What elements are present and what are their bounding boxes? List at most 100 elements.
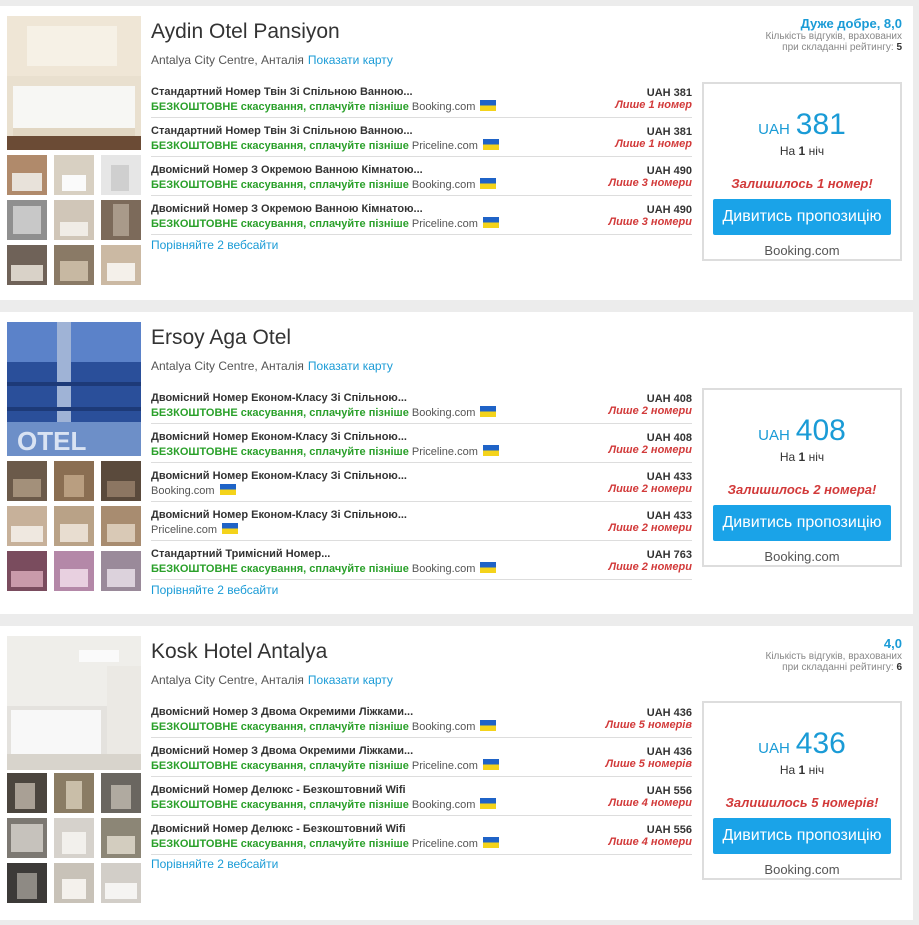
room-name[interactable]: Стандартний Номер Твін Зі Спільною Ванно… xyxy=(151,125,413,137)
thumbnail-image[interactable] xyxy=(7,245,47,285)
offer-row[interactable]: Двомісний Номер Економ-Класу Зі Спільною… xyxy=(151,463,692,502)
thumbnail-image[interactable] xyxy=(7,773,47,813)
hotel-main-photo[interactable] xyxy=(7,636,141,770)
deal-price: UAH 408 xyxy=(704,414,900,448)
thumbnail-image[interactable] xyxy=(54,818,94,858)
rating-count: 5 xyxy=(896,42,902,53)
hotel-card: Kosk Hotel Antalya Antalya City Centre, … xyxy=(0,626,913,920)
hotel-main-photo[interactable] xyxy=(7,16,141,150)
thumbnail-image[interactable] xyxy=(101,461,141,501)
view-deal-button[interactable]: Дивитись пропозицію xyxy=(713,818,891,854)
thumbnail-image[interactable] xyxy=(101,155,141,195)
thumbnail-image[interactable] xyxy=(101,818,141,858)
thumbnail-image[interactable] xyxy=(7,551,47,591)
compare-websites-link[interactable]: Порівняйте 2 вебсайти xyxy=(151,583,278,597)
offer-row[interactable]: Двомісний Номер Делюкс - Безкоштовний Wi… xyxy=(151,777,692,816)
thumbnail-image[interactable] xyxy=(7,818,47,858)
thumbnail-image[interactable] xyxy=(101,773,141,813)
ukraine-flag-icon xyxy=(482,139,499,150)
hotel-name[interactable]: Kosk Hotel Antalya xyxy=(151,640,327,664)
cancel-text: БЕЗКОШТОВНЕ скасування, сплачуйте пізніш… xyxy=(151,101,409,113)
thumbnail-image[interactable] xyxy=(101,245,141,285)
show-map-link[interactable]: Показати карту xyxy=(308,53,393,67)
thumbnail-image[interactable] xyxy=(54,461,94,501)
cancel-policy: БЕЗКОШТОВНЕ скасування, сплачуйте пізніш… xyxy=(151,178,497,191)
cancel-policy: БЕЗКОШТОВНЕ скасування, сплачуйте пізніш… xyxy=(151,217,499,230)
offer-price: UAH 433 xyxy=(646,471,692,483)
room-name[interactable]: Двомісний Номер Економ-Класу Зі Спільною… xyxy=(151,470,407,482)
offer-row[interactable]: Стандартний Номер Твін Зі Спільною Ванно… xyxy=(151,79,692,118)
thumbnail-image[interactable] xyxy=(101,506,141,546)
hotel-thumbnails xyxy=(7,155,141,285)
room-name[interactable]: Двомісний Номер Делюкс - Безкоштовний Wi… xyxy=(151,784,406,796)
show-map-link[interactable]: Показати карту xyxy=(308,673,393,687)
offer-price: UAH 436 xyxy=(646,746,692,758)
room-name[interactable]: Стандартний Тримісний Номер... xyxy=(151,548,330,560)
view-deal-button[interactable]: Дивитись пропозицію xyxy=(713,505,891,541)
offer-row[interactable]: Двомісний Номер Економ-Класу Зі Спільною… xyxy=(151,424,692,463)
offer-price: UAH 408 xyxy=(646,393,692,405)
offer-row[interactable]: Двомісний Номер Економ-Класу Зі Спільною… xyxy=(151,502,692,541)
room-name[interactable]: Двомісний Номер Економ-Класу Зі Спільною… xyxy=(151,509,407,521)
thumbnail-image[interactable] xyxy=(54,863,94,903)
deal-amount: 381 xyxy=(795,108,846,141)
source-name: Booking.com xyxy=(411,721,476,733)
room-name[interactable]: Двомісний Номер Економ-Класу Зі Спільною… xyxy=(151,392,407,404)
show-map-link[interactable]: Показати карту xyxy=(308,359,393,373)
thumbnail-image[interactable] xyxy=(54,551,94,591)
thumbnail-image[interactable] xyxy=(101,551,141,591)
thumbnail-image[interactable] xyxy=(54,200,94,240)
thumbnail-image[interactable] xyxy=(54,506,94,546)
room-name[interactable]: Двомісний Номер З Окремою Ванною Кімнато… xyxy=(151,203,423,215)
compare-websites-link[interactable]: Порівняйте 2 вебсайти xyxy=(151,857,278,871)
offer-row[interactable]: Стандартний Номер Твін Зі Спільною Ванно… xyxy=(151,118,692,157)
best-deal-box: UAH 408 На 1 ніч Залишилось 2 номера! Див… xyxy=(702,388,902,567)
offer-row[interactable]: Стандартний Тримісний Номер... БЕЗКОШТОВ… xyxy=(151,541,692,580)
offer-row[interactable]: Двомісний Номер Економ-Класу Зі Спільною… xyxy=(151,385,692,424)
offer-price: UAH 433 xyxy=(646,510,692,522)
offer-row[interactable]: Двомісний Номер З Окремою Ванною Кімнато… xyxy=(151,157,692,196)
night-suffix: ніч xyxy=(808,763,825,777)
thumbnail-image[interactable] xyxy=(54,155,94,195)
hotel-name[interactable]: Ersoy Aga Otel xyxy=(151,326,291,350)
thumbnail-image[interactable] xyxy=(101,863,141,903)
cancel-policy: БЕЗКОШТОВНЕ скасування, сплачуйте пізніш… xyxy=(151,406,497,419)
thumbnail-image[interactable] xyxy=(7,461,47,501)
offer-row[interactable]: Двомісний Номер З Двома Окремими Ліжками… xyxy=(151,699,692,738)
room-name[interactable]: Стандартний Номер Твін Зі Спільною Ванно… xyxy=(151,86,413,98)
night-prefix: На xyxy=(779,144,796,158)
cancel-text: БЕЗКОШТОВНЕ скасування, сплачуйте пізніш… xyxy=(151,838,409,850)
room-name[interactable]: Двомісний Номер Делюкс - Безкоштовний Wi… xyxy=(151,823,406,835)
thumbnail-image[interactable] xyxy=(7,863,47,903)
compare-websites-link[interactable]: Порівняйте 2 вебсайти xyxy=(151,238,278,252)
hotel-main-photo[interactable]: OTEL xyxy=(7,322,141,456)
room-name[interactable]: Двомісний Номер З Двома Окремими Ліжками… xyxy=(151,745,413,757)
rooms-remaining: Залишилось 5 номерів! xyxy=(725,795,879,810)
thumbnail-image[interactable] xyxy=(54,245,94,285)
offer-row[interactable]: Двомісний Номер З Двома Окремими Ліжками… xyxy=(151,738,692,777)
rooms-left: Лише 2 номери xyxy=(608,483,692,495)
deal-amount: 436 xyxy=(795,727,846,760)
thumbnail-image[interactable] xyxy=(54,773,94,813)
source-name: Priceline.com xyxy=(151,524,218,536)
source-line: Booking.com xyxy=(151,484,236,497)
room-name[interactable]: Двомісний Номер З Двома Окремими Ліжками… xyxy=(151,706,413,718)
source-name: Priceline.com xyxy=(411,446,478,458)
source-name: Booking.com xyxy=(411,101,476,113)
source-name: Booking.com xyxy=(411,179,476,191)
ukraine-flag-icon xyxy=(482,445,499,456)
hotel-location: Antalya City Centre, Анталія Показати кар… xyxy=(151,53,393,67)
thumbnail-image[interactable] xyxy=(7,506,47,546)
thumbnail-image[interactable] xyxy=(7,200,47,240)
view-deal-button[interactable]: Дивитись пропозицію xyxy=(713,199,891,235)
rating-note: Кількість відгуків, врахованих при склада… xyxy=(766,31,903,53)
hotel-name[interactable]: Aydin Otel Pansiyon xyxy=(151,20,340,44)
room-name[interactable]: Двомісний Номер З Окремою Ванною Кімнато… xyxy=(151,164,423,176)
source-name: Booking.com xyxy=(411,563,476,575)
thumbnail-image[interactable] xyxy=(7,155,47,195)
offer-row[interactable]: Двомісний Номер Делюкс - Безкоштовний Wi… xyxy=(151,816,692,855)
room-name[interactable]: Двомісний Номер Економ-Класу Зі Спільною… xyxy=(151,431,407,443)
ukraine-flag-icon xyxy=(480,406,497,417)
thumbnail-image[interactable] xyxy=(101,200,141,240)
offer-row[interactable]: Двомісний Номер З Окремою Ванною Кімнато… xyxy=(151,196,692,235)
